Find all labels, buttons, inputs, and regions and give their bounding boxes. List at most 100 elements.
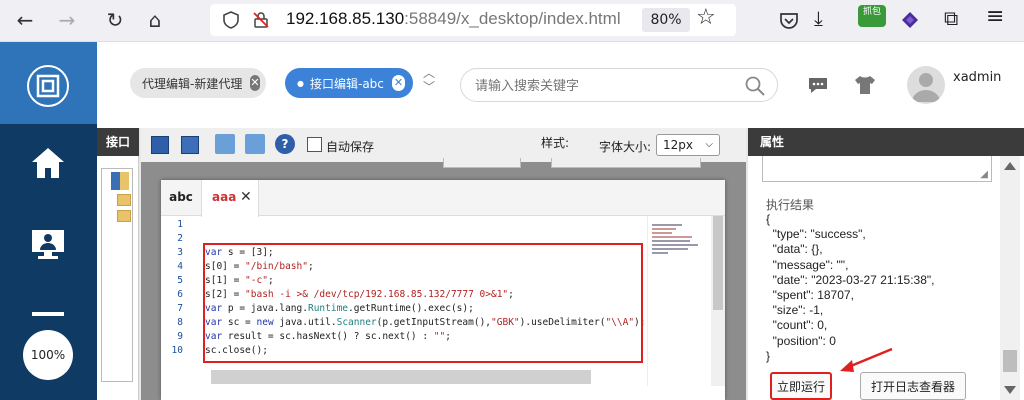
home-icon[interactable]: ⌂ — [140, 5, 170, 35]
search-icon[interactable] — [745, 76, 765, 96]
browser-toolbar: ← → ↻ ⌂ 192.168.85.130:58849/x_desktop/i… — [0, 0, 1024, 42]
code-highlight-box — [203, 243, 643, 363]
app-logo[interactable] — [0, 42, 97, 124]
logo-icon — [27, 65, 69, 107]
tab-scroll-arrows[interactable]: ︿ ﹀ — [423, 66, 435, 94]
autosave-label: 自动保存 — [326, 140, 375, 154]
zoom-level[interactable]: 80% — [642, 8, 690, 32]
file-icon[interactable] — [117, 194, 131, 206]
result-line: "type": "success", — [766, 227, 866, 242]
editor-toolbar: ? 自动保存 样式: 字体大小: 12px ⌵ — [141, 128, 746, 162]
editor-tab-aaa[interactable]: aaa ✕ — [201, 180, 259, 217]
minimap[interactable] — [647, 216, 709, 386]
scrollbar-thumb[interactable] — [713, 216, 723, 310]
insecure-lock-icon[interactable] — [252, 11, 270, 29]
url-text[interactable]: 192.168.85.130:58849/x_desktop/index.htm… — [286, 9, 621, 29]
extensions-puzzle-icon[interactable]: ⧉ — [944, 6, 958, 30]
layers-extension-icon[interactable] — [900, 10, 920, 30]
search-input[interactable] — [475, 75, 735, 95]
editor-tab-abc[interactable]: abc — [161, 180, 201, 216]
fontsize-select[interactable]: 12px ⌵ — [656, 134, 720, 156]
search-box[interactable] — [460, 68, 778, 102]
username[interactable]: xadmin — [953, 70, 1001, 85]
line-number: 4 — [177, 261, 183, 272]
result-line: "date": "2023-03-27 21:15:38", — [766, 272, 935, 287]
line-number: 3 — [177, 247, 183, 258]
home-nav-icon[interactable] — [30, 146, 66, 180]
code-line[interactable]: 1 — [161, 218, 205, 232]
download-icon[interactable]: ⤓ — [814, 6, 823, 30]
close-icon[interactable]: ✕ — [240, 189, 252, 205]
line-number: 8 — [177, 317, 183, 328]
line-number: 10 — [171, 345, 183, 356]
skin-shirt-icon[interactable] — [853, 74, 877, 96]
result-line: "count": 0, — [766, 318, 828, 333]
bookmark-star-icon[interactable]: ☆ — [696, 5, 716, 30]
import-icon[interactable] — [215, 134, 235, 154]
menu-hamburger-icon[interactable]: ≡ — [986, 4, 1004, 29]
address-bar[interactable]: 192.168.85.130:58849/x_desktop/index.htm… — [210, 4, 736, 36]
interface-tree — [97, 156, 139, 400]
export-icon[interactable] — [245, 134, 265, 154]
app-header: 代理编辑-新建代理 ✕ ● 接口编辑-abc ✕ ︿﹀ xadmin — [97, 42, 1024, 128]
result-line: "size": -1, — [766, 303, 824, 318]
scroll-down-icon[interactable] — [1004, 386, 1016, 394]
result-line: } — [766, 348, 771, 363]
close-icon[interactable]: ✕ — [391, 75, 405, 91]
help-icon[interactable]: ? — [275, 134, 295, 154]
result-line: "data": {}, — [766, 242, 823, 257]
extension-badge: 抓包 — [862, 7, 881, 17]
line-number: 6 — [177, 289, 183, 300]
scrollbar-thumb[interactable] — [1003, 350, 1017, 372]
save-as-icon[interactable] — [181, 136, 199, 154]
properties-scrollbar[interactable] — [1000, 156, 1020, 400]
run-now-button[interactable]: 立即运行 — [770, 372, 832, 400]
tab-interface-edit[interactable]: ● 接口编辑-abc ✕ — [285, 68, 413, 98]
avatar[interactable] — [907, 66, 945, 104]
result-label: 执行结果 — [766, 198, 815, 212]
horizontal-scrollbar[interactable] — [211, 370, 591, 384]
tab-agent-edit[interactable]: 代理编辑-新建代理 ✕ — [130, 68, 266, 98]
forward-arrow-icon[interactable]: → — [52, 5, 82, 35]
interface-panel-title: 接口 — [97, 128, 139, 156]
line-number: 2 — [177, 233, 183, 244]
tab-label: 代理编辑-新建代理 — [142, 76, 243, 91]
result-line: "message": "", — [766, 257, 849, 272]
ruler-icon[interactable] — [32, 312, 64, 316]
shield-icon[interactable] — [222, 11, 240, 29]
result-json: { "type": "success", "data": {}, "messag… — [748, 212, 988, 363]
user-avatar-icon — [912, 73, 940, 102]
toolbar-dropdown-stub[interactable] — [551, 158, 701, 168]
url-host: 192.168.85.130 — [286, 9, 405, 28]
capture-extension-icon[interactable]: 抓包 — [858, 5, 886, 27]
back-arrow-icon[interactable]: ← — [10, 5, 40, 35]
line-number: 5 — [177, 275, 183, 286]
properties-textarea[interactable]: ◢ — [762, 156, 992, 182]
line-number: 1 — [177, 219, 183, 230]
resize-grip-icon: ◢ — [980, 169, 988, 180]
autosave-checkbox[interactable] — [307, 137, 322, 152]
line-number: 9 — [177, 331, 183, 342]
editor-tab-bar: abc aaa ✕ — [161, 180, 725, 217]
editor-tab-label: aaa — [212, 190, 237, 204]
pocket-icon[interactable] — [778, 10, 800, 32]
properties-panel: ◢ 执行结果 { "type": "success", "data": {}, … — [748, 156, 1024, 400]
user-monitor-icon[interactable] — [30, 228, 66, 260]
close-icon[interactable]: ✕ — [250, 75, 260, 91]
chevron-down-icon: ⌵ — [705, 139, 713, 150]
fontsize-label: 字体大小: — [599, 140, 652, 154]
save-icon[interactable] — [151, 136, 169, 154]
message-icon[interactable] — [807, 76, 829, 94]
toolbar-dropdown-stub[interactable] — [443, 158, 521, 168]
vertical-scrollbar[interactable] — [711, 216, 725, 386]
open-log-viewer-button[interactable]: 打开日志查看器 — [860, 372, 966, 400]
zoom-badge[interactable]: 100% — [23, 330, 73, 380]
scroll-up-icon[interactable] — [1004, 162, 1016, 170]
tab-label: 接口编辑-abc — [309, 76, 384, 91]
properties-title: 属性 — [748, 128, 1024, 156]
style-label: 样式: — [541, 136, 570, 150]
code-line[interactable]: 2 — [161, 232, 205, 246]
file-icon[interactable] — [117, 210, 131, 222]
line-number: 7 — [177, 303, 183, 314]
reload-icon[interactable]: ↻ — [100, 5, 130, 35]
